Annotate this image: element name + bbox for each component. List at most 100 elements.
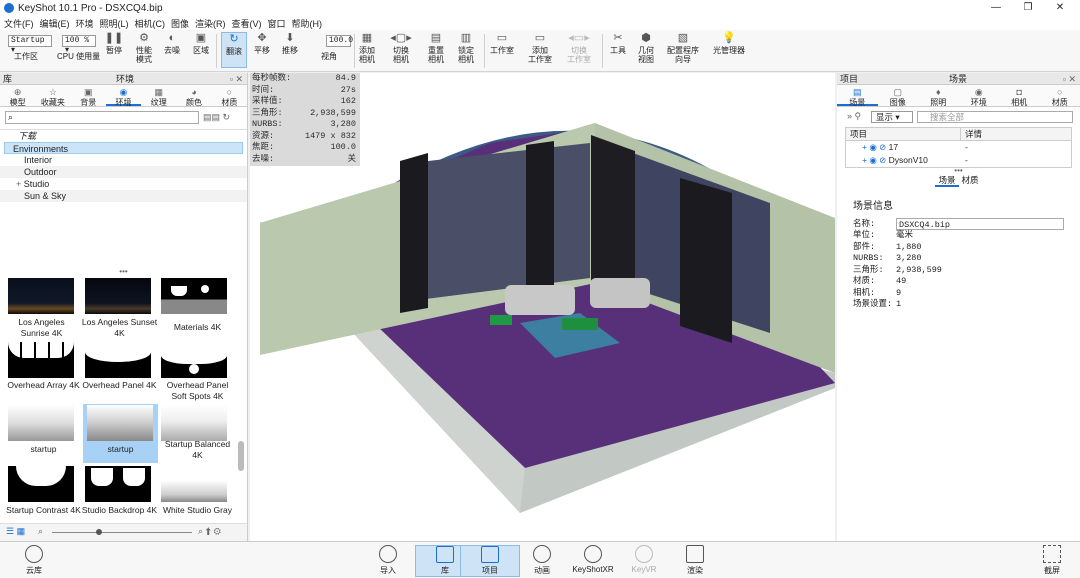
scene-row-detail: - <box>965 142 968 152</box>
tab-textures[interactable]: ▦ 纹理 <box>141 85 176 107</box>
scene-search-input[interactable]: 搜索全部 <box>917 111 1073 123</box>
geometry-view-label: 几何 视图 <box>638 46 654 64</box>
close-button[interactable]: ✕ <box>1040 0 1080 16</box>
info-row: 名称: DSXCQ4.bip <box>853 218 1080 230</box>
env-thumb-overhead-panel[interactable] <box>85 342 151 378</box>
tree-item-environments[interactable]: Environments <box>4 142 243 154</box>
menu-help[interactable]: 帮助(H) <box>292 17 323 30</box>
tab-lighting[interactable]: ♦ 照明 <box>918 85 959 107</box>
env-thumb-startup-balanced[interactable] <box>161 405 227 441</box>
tab-scene[interactable]: ▤ 场景 <box>837 85 878 107</box>
tumble-button[interactable]: ↻ 翻滚 <box>221 32 247 68</box>
project-toggle-button[interactable]: 项目 <box>460 545 520 577</box>
thumbnail-size-slider[interactable] <box>52 532 192 533</box>
env-thumb-studio-backdrop[interactable] <box>85 466 151 502</box>
panel-close-icon[interactable]: ▫ ✕ <box>1063 73 1076 85</box>
tab-backgrounds[interactable]: ▣ 背景 <box>71 85 106 107</box>
switch-studio-button[interactable]: ◂▭▸ 切换 工作室 <box>567 32 591 64</box>
env-thumb-overhead-array[interactable] <box>8 342 74 378</box>
env-thumb-startup-2[interactable] <box>87 405 153 441</box>
display-filter-select[interactable]: 显示 ▾ <box>871 111 913 123</box>
expand-icon[interactable]: + <box>16 179 21 189</box>
render-button[interactable]: 渲染 <box>665 545 725 576</box>
geometry-view-button[interactable]: ⬢ 几何 视图 <box>638 32 654 64</box>
menu-view[interactable]: 查看(V) <box>232 17 262 30</box>
tree-item-sun-sky[interactable]: Sun & Sky <box>0 190 247 202</box>
tree-item-download[interactable]: 下载 <box>0 130 247 142</box>
library-search-input[interactable]: ⌕ <box>5 111 199 124</box>
workspace-select[interactable]: Startup ▾ <box>8 35 52 55</box>
import-button[interactable]: 导入 <box>358 545 418 576</box>
cpu-usage-button[interactable]: CPU 使用量 <box>57 52 100 61</box>
env-thumb-la-sunset[interactable] <box>85 278 151 314</box>
env-thumb-la-sunrise[interactable] <box>8 278 74 314</box>
panel-close-icon[interactable]: ▫ ✕ <box>230 73 243 85</box>
subtab-scene[interactable]: 场景 <box>935 174 959 187</box>
tab-environment[interactable]: ◉ 环境 <box>959 85 1000 107</box>
tree-item-studio[interactable]: + Studio <box>0 178 247 190</box>
visibility-eye-icon[interactable]: + ◉ ⊘ <box>862 155 886 165</box>
region-button[interactable]: ▣ 区域 <box>193 32 209 55</box>
filter-icons[interactable]: » ⚲ <box>847 111 861 122</box>
tree-item-outdoor[interactable]: Outdoor <box>0 166 247 178</box>
env-thumb-overhead-soft[interactable] <box>161 342 227 378</box>
light-manager-button[interactable]: 💡 光管理器 <box>713 32 745 55</box>
scene-name-input[interactable]: DSXCQ4.bip <box>896 218 1064 230</box>
menu-camera[interactable]: 相机(C) <box>135 17 166 30</box>
switch-camera-button[interactable]: ◂▢▸ 切换 相机 <box>390 32 411 64</box>
camera-lock-icon: ▥ <box>460 31 472 44</box>
env-thumb-startup-1[interactable] <box>8 405 74 441</box>
dolly-button[interactable]: ⬇ 推移 <box>282 32 298 55</box>
perspective-button[interactable]: 视角 <box>321 52 337 61</box>
menu-render[interactable]: 渲染(R) <box>195 17 226 30</box>
env-thumb-white-studio[interactable] <box>161 466 227 502</box>
subtab-material[interactable]: 材质 <box>959 174 982 187</box>
list-view-icon[interactable]: ☰ ▦ <box>6 526 25 537</box>
configurator-label: 配置程序 向导 <box>667 46 699 64</box>
reset-camera-button[interactable]: ▤ 重置 相机 <box>428 32 444 64</box>
lock-camera-button[interactable]: ▥ 锁定 相机 <box>458 32 474 64</box>
menu-environment[interactable]: 环境 <box>76 17 94 30</box>
zoom-select[interactable]: 100 % ▾ <box>62 35 96 55</box>
zoom-out-icon[interactable]: ⌕ <box>38 526 43 537</box>
slider-handle[interactable] <box>96 529 102 535</box>
env-thumb-materials[interactable] <box>161 278 227 314</box>
menu-edit[interactable]: 编辑(E) <box>40 17 70 30</box>
menu-file[interactable]: 文件(F) <box>4 17 34 30</box>
workspace-button[interactable]: 工作区 <box>14 52 38 61</box>
pan-button[interactable]: ✥ 平移 <box>254 32 270 55</box>
screenshot-button[interactable]: 截屏 <box>1022 545 1080 576</box>
add-studio-button[interactable]: ▭ 添加 工作室 <box>528 32 552 64</box>
env-thumb-startup-contrast[interactable] <box>8 466 74 502</box>
fov-input[interactable]: 100.0 <box>326 35 353 47</box>
splitter-handle[interactable]: ••• <box>0 268 247 276</box>
denoise-button[interactable]: ◐ 去噪 <box>164 32 180 55</box>
tab-favorites[interactable]: ☆ 收藏夹 <box>35 85 70 107</box>
tab-colors[interactable]: ◕ 颜色 <box>176 85 211 107</box>
menu-image[interactable]: 图像 <box>171 17 189 30</box>
thumbnail-scrollbar[interactable] <box>238 441 244 471</box>
scene-row-17[interactable]: + ◉ ⊘ 17 - <box>846 141 1071 154</box>
configurator-wizard-button[interactable]: ▧ 配置程序 向导 <box>667 32 699 64</box>
tab-materials[interactable]: ○ 材质 <box>212 85 247 107</box>
tree-item-interior[interactable]: Interior <box>0 154 247 166</box>
menu-lighting[interactable]: 照明(L) <box>100 17 129 30</box>
column-details[interactable]: 详情 <box>961 128 982 140</box>
tools-button[interactable]: ✂ 工具 <box>610 32 626 55</box>
tab-models[interactable]: ⊕ 模型 <box>0 85 35 107</box>
stat-row: 采样值: 162 <box>250 96 360 108</box>
visibility-eye-icon[interactable]: + ◉ ⊘ <box>862 142 886 152</box>
tab-camera[interactable]: ◘ 相机 <box>999 85 1040 107</box>
cloud-library-button[interactable]: 云库 <box>4 545 64 576</box>
add-camera-button[interactable]: ▦ 添加 相机 <box>359 32 375 64</box>
pause-button[interactable]: ❚❚ 暂停 <box>105 32 123 55</box>
tab-image[interactable]: ▢ 图像 <box>878 85 919 107</box>
footer-actions-icon[interactable]: ⌕ ⬆ ⚙ <box>198 526 221 537</box>
folder-icons[interactable]: ▤▤ ↻ <box>203 112 230 123</box>
menu-window[interactable]: 窗口 <box>268 17 286 30</box>
tab-material[interactable]: ○ 材质 <box>1040 85 1080 107</box>
performance-mode-button[interactable]: ⚙ 性能 模式 <box>136 32 152 64</box>
column-item[interactable]: 项目 <box>846 128 961 140</box>
studio-button[interactable]: ▭ 工作室 <box>490 32 514 55</box>
tab-environments[interactable]: ◉ 环境 <box>105 85 142 107</box>
